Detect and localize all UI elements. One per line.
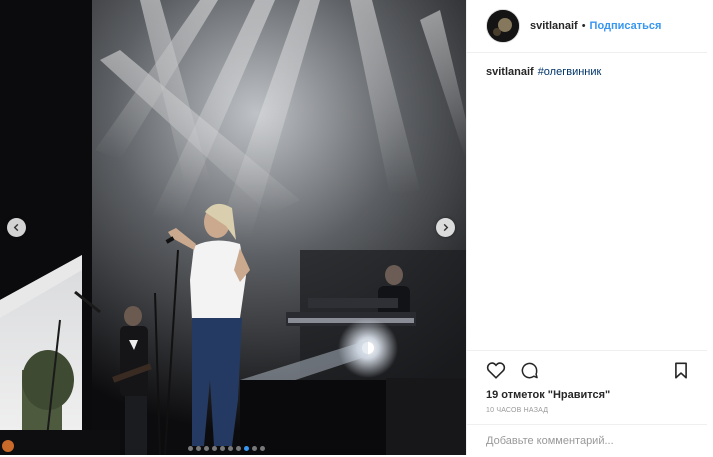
carousel-next-button[interactable]: [436, 218, 455, 237]
post-actions: 19 отметок "Нравится" 10 ЧАСОВ НАЗАД: [467, 350, 707, 414]
caption-username[interactable]: svitlanaif: [486, 66, 534, 78]
carousel-dot: [228, 446, 233, 451]
carousel-dot: [196, 446, 201, 451]
avatar[interactable]: [486, 9, 520, 43]
carousel-dot: [204, 446, 209, 451]
instagram-post: svitlanaif • Подписаться svitlanaif #олег…: [0, 0, 713, 455]
post-photo[interactable]: [0, 0, 466, 455]
carousel-indicator: [188, 446, 265, 451]
follow-button[interactable]: Подписаться: [590, 20, 662, 32]
carousel-prev-button[interactable]: [7, 218, 26, 237]
concert-photo: [0, 0, 466, 455]
carousel-dot: [244, 446, 249, 451]
carousel-dot: [212, 446, 217, 451]
likes-count[interactable]: 19 отметок "Нравится": [486, 389, 688, 401]
comment-box: [467, 424, 707, 457]
post-header: svitlanaif • Подписаться: [467, 0, 707, 53]
username-link[interactable]: svitlanaif: [530, 20, 578, 32]
hashtag-link[interactable]: #олегвинник: [538, 66, 602, 78]
carousel-dot: [188, 446, 193, 451]
post-sidebar: svitlanaif • Подписаться svitlanaif #олег…: [466, 0, 713, 455]
chevron-right-icon: [443, 223, 449, 232]
carousel-dot: [252, 446, 257, 451]
header-separator: •: [581, 20, 586, 32]
bookmark-icon[interactable]: [674, 361, 688, 379]
post-caption: svitlanaif #олегвинник: [467, 53, 713, 91]
avatar-image: [487, 10, 519, 42]
comment-icon[interactable]: [520, 361, 539, 380]
carousel-dot: [260, 446, 265, 451]
comment-input[interactable]: [486, 435, 688, 447]
chevron-left-icon: [13, 223, 19, 232]
carousel-dot: [236, 446, 241, 451]
carousel-dot: [220, 446, 225, 451]
post-timestamp: 10 ЧАСОВ НАЗАД: [486, 407, 549, 414]
action-icons: [486, 359, 688, 381]
heart-icon[interactable]: [486, 361, 506, 379]
